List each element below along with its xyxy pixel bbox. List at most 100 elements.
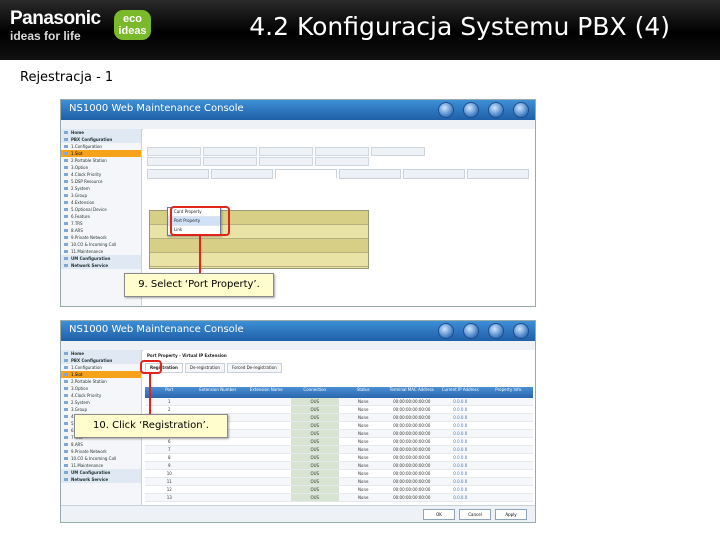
sidebar-item[interactable]: 1.Configuration bbox=[61, 143, 141, 150]
slot-tab[interactable] bbox=[403, 169, 465, 179]
sidebar-item[interactable]: 11.Maintenance bbox=[61, 462, 141, 469]
sidebar-item[interactable]: 1.Configuration bbox=[61, 364, 141, 371]
sidebar-item[interactable]: 2.System bbox=[61, 399, 141, 406]
table-row[interactable]: 10 OUS None 00:00:00:00:00:00 0.0.0.0 bbox=[145, 470, 533, 478]
table-cell bbox=[194, 486, 243, 493]
home-icon[interactable] bbox=[437, 323, 454, 339]
toolbar-button[interactable] bbox=[147, 157, 201, 166]
toolbar-button[interactable] bbox=[259, 157, 313, 166]
sidebar-item[interactable]: Network Service bbox=[61, 262, 141, 269]
slot-tab[interactable] bbox=[467, 169, 529, 179]
column-header[interactable]: Status bbox=[339, 387, 388, 398]
toolbar-button[interactable] bbox=[203, 147, 257, 156]
column-header[interactable]: Property Info. bbox=[485, 387, 534, 398]
sidebar-item[interactable]: 4.Clock Priority bbox=[61, 392, 141, 399]
table-cell bbox=[194, 494, 243, 501]
sidebar-item[interactable]: 9.Private Network bbox=[61, 448, 141, 455]
table-cell: 13 bbox=[166, 495, 172, 500]
sidebar-item[interactable]: 10.CO & Incoming Call bbox=[61, 241, 141, 248]
sidebar-item[interactable]: 7.TRS bbox=[61, 220, 141, 227]
home-icon[interactable] bbox=[437, 102, 454, 118]
toolbar-button[interactable] bbox=[147, 147, 201, 156]
sidebar-item[interactable]: 2.Portable Station bbox=[61, 157, 141, 164]
table-row[interactable]: 13 OUS None 00:00:00:00:00:00 0.0.0.0 bbox=[145, 494, 533, 502]
table-cell: OUS bbox=[290, 478, 339, 485]
table-cell: OUS bbox=[290, 470, 339, 477]
slot-tab[interactable] bbox=[211, 169, 273, 179]
sidebar-item[interactable]: 9.Private Network bbox=[61, 234, 141, 241]
column-header[interactable]: Terminal MAC Address bbox=[388, 387, 437, 398]
slot-row[interactable] bbox=[150, 253, 368, 267]
tab-forced-de-registration[interactable]: Forced De-registration bbox=[226, 363, 282, 373]
tab-de-registration[interactable]: De-registration bbox=[184, 363, 225, 373]
sidebar-item[interactable]: PBX Configuration bbox=[61, 136, 141, 143]
table-row[interactable]: 1 OUS None 00:00:00:00:00:00 0.0.0.0 bbox=[145, 398, 533, 406]
table-cell: None bbox=[358, 431, 369, 436]
console-title: NS1000 Web Maintenance Console bbox=[69, 103, 244, 114]
sidebar-item[interactable]: 5.Optional Device bbox=[61, 206, 141, 213]
logout-icon[interactable] bbox=[513, 323, 529, 339]
tools-icon[interactable] bbox=[462, 102, 479, 118]
toolbar-button[interactable] bbox=[315, 147, 369, 156]
column-header[interactable]: Extension Name bbox=[242, 387, 291, 398]
sidebar-item[interactable]: 8.ARS bbox=[61, 441, 141, 448]
sidebar-item[interactable]: 4.Extension bbox=[61, 199, 141, 206]
sidebar-item[interactable]: 6.Feature bbox=[61, 213, 141, 220]
sidebar-item[interactable]: 1.Slot bbox=[61, 371, 141, 378]
sidebar-item[interactable]: 8.ARS bbox=[61, 227, 141, 234]
sidebar-item[interactable]: 4.Clock Priority bbox=[61, 171, 141, 178]
sidebar-item[interactable]: 3.Group bbox=[61, 406, 141, 413]
table-row[interactable]: 8 OUS None 00:00:00:00:00:00 0.0.0.0 bbox=[145, 454, 533, 462]
ok-button[interactable]: OK bbox=[423, 509, 455, 520]
sidebar-item[interactable]: Network Service bbox=[61, 476, 141, 483]
sidebar-item[interactable]: 11.Maintenance bbox=[61, 248, 141, 255]
sidebar-item[interactable]: 5.DSP Resource bbox=[61, 178, 141, 185]
slot-tab[interactable] bbox=[275, 169, 337, 179]
sidebar-item[interactable]: Home bbox=[61, 129, 141, 136]
table-cell bbox=[242, 422, 291, 429]
cancel-button[interactable]: Cancel bbox=[459, 509, 491, 520]
logout-icon[interactable] bbox=[513, 102, 529, 118]
toolbar-button[interactable] bbox=[259, 147, 313, 156]
sidebar-item[interactable]: 3.Option bbox=[61, 164, 141, 171]
table-row[interactable]: 12 OUS None 00:00:00:00:00:00 0.0.0.0 bbox=[145, 486, 533, 494]
table-cell bbox=[194, 438, 243, 445]
column-header[interactable]: Extension Number bbox=[194, 387, 243, 398]
tools-icon[interactable] bbox=[462, 323, 479, 339]
sidebar-item[interactable]: PBX Configuration bbox=[61, 357, 141, 364]
sidebar-item[interactable]: 3.Group bbox=[61, 192, 141, 199]
help-icon[interactable] bbox=[487, 323, 504, 339]
table-cell bbox=[242, 486, 291, 493]
sidebar-item[interactable]: 2.System bbox=[61, 185, 141, 192]
table-cell: None bbox=[358, 487, 369, 492]
slot-tab[interactable] bbox=[339, 169, 401, 179]
sidebar-item[interactable]: 3.Option bbox=[61, 385, 141, 392]
sidebar-item[interactable]: 10.CO & Incoming Call bbox=[61, 455, 141, 462]
table-row[interactable]: 7 OUS None 00:00:00:00:00:00 0.0.0.0 bbox=[145, 446, 533, 454]
apply-button[interactable]: Apply bbox=[495, 509, 527, 520]
column-header[interactable]: Current IP Address bbox=[436, 387, 485, 398]
sidebar-item[interactable]: 2.Portable Station bbox=[61, 378, 141, 385]
table-cell: None bbox=[358, 479, 369, 484]
console-title: NS1000 Web Maintenance Console bbox=[69, 324, 244, 335]
column-header[interactable]: Port bbox=[145, 387, 194, 398]
slot-row[interactable] bbox=[150, 239, 368, 253]
slot-tab[interactable] bbox=[147, 169, 209, 179]
sidebar-item[interactable]: UM Configuration bbox=[61, 255, 141, 262]
sidebar-item[interactable]: UM Configuration bbox=[61, 469, 141, 476]
column-header[interactable]: Connection bbox=[291, 387, 340, 398]
sidebar-item[interactable]: 1.Slot bbox=[61, 150, 141, 157]
table-row[interactable]: 9 OUS None 00:00:00:00:00:00 0.0.0.0 bbox=[145, 462, 533, 470]
table-row[interactable]: 2 OUS None 00:00:00:00:00:00 0.0.0.0 bbox=[145, 406, 533, 414]
toolbar-button[interactable] bbox=[203, 157, 257, 166]
toolbar-button[interactable] bbox=[371, 147, 425, 156]
table-cell bbox=[242, 406, 291, 413]
table-header: Port Extension Number Extension Name Connec… bbox=[145, 387, 533, 398]
help-icon[interactable] bbox=[487, 102, 504, 118]
step-10-callout: 10. Click ‘Registration’. bbox=[74, 414, 228, 438]
table-row[interactable]: 6 OUS None 00:00:00:00:00:00 0.0.0.0 bbox=[145, 438, 533, 446]
table-cell bbox=[485, 438, 534, 445]
sidebar-item[interactable]: Home bbox=[61, 350, 141, 357]
toolbar-button[interactable] bbox=[315, 157, 369, 166]
table-row[interactable]: 11 OUS None 00:00:00:00:00:00 0.0.0.0 bbox=[145, 478, 533, 486]
